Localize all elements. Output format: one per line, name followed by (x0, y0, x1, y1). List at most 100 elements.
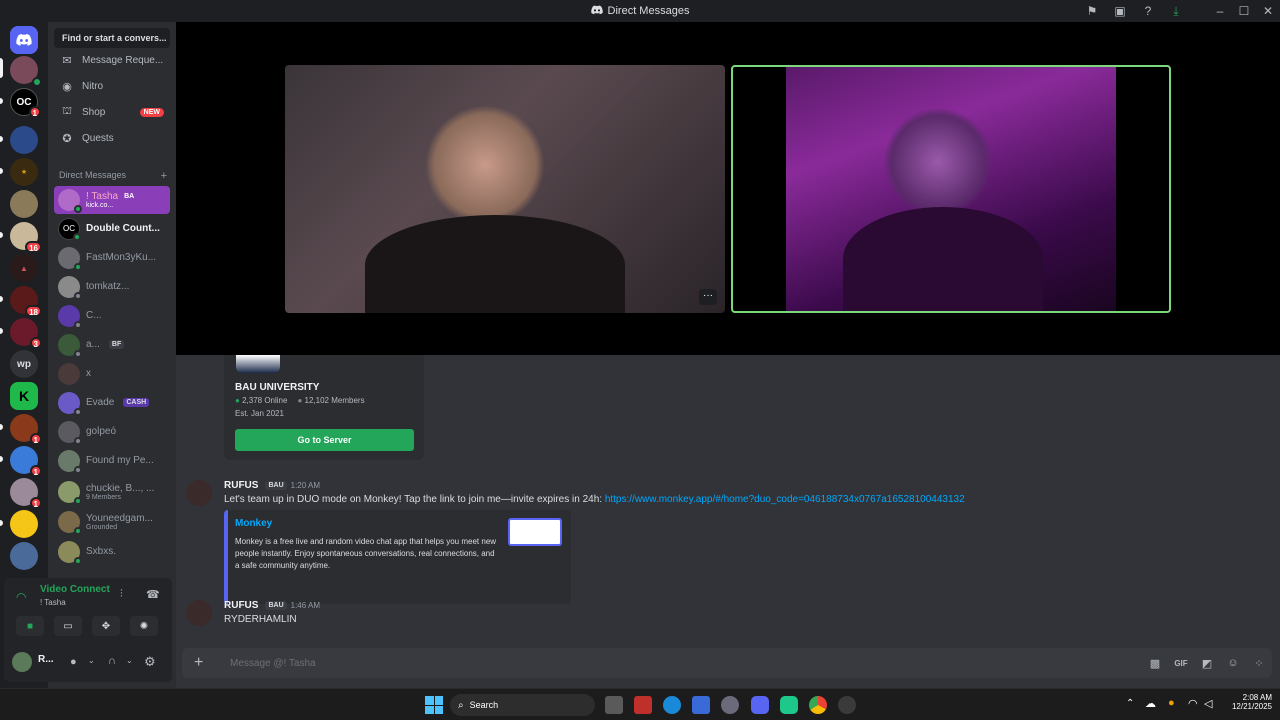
soundboard-icon: ✺ (139, 620, 149, 632)
chevron-up-icon[interactable]: ⌃ (1126, 698, 1134, 709)
maximize-button[interactable]: ☐ (1232, 0, 1256, 22)
edge-icon[interactable] (663, 696, 681, 714)
server-icon-wp[interactable]: wp (10, 350, 38, 378)
settings-icon[interactable] (721, 696, 739, 714)
message-link[interactable]: https://www.monkey.app/#/home?duo_code=0… (605, 494, 965, 505)
home-button[interactable] (10, 26, 38, 54)
gift-icon[interactable]: ▩ (1142, 657, 1168, 670)
server-icon[interactable] (10, 542, 38, 570)
avatar (58, 420, 82, 445)
server-icon[interactable]: ▲ (10, 254, 38, 282)
chevron-down-icon[interactable]: ⌄ (88, 656, 95, 665)
dm-item[interactable]: chuckie, B..., ... 9 Members (54, 478, 170, 505)
dm-subtitle: Grounded (86, 523, 118, 531)
username[interactable]: R... (38, 654, 54, 665)
server-icon[interactable] (10, 126, 38, 154)
dm-item[interactable]: C... (54, 302, 170, 329)
cloud-icon[interactable]: ☁ (1145, 697, 1156, 710)
avatar (58, 333, 82, 358)
server-icon[interactable] (10, 510, 38, 538)
wifi-icon[interactable]: ◠ (1188, 697, 1198, 710)
app-icon[interactable] (634, 696, 652, 714)
user-avatar[interactable] (12, 652, 32, 672)
chrome-icon[interactable] (809, 696, 827, 714)
help-icon[interactable]: ? (1134, 0, 1162, 22)
clock-time: 2:08 AM (1242, 693, 1272, 702)
create-dm-icon[interactable]: + (161, 170, 167, 182)
message-input[interactable]: Message @! Tasha (230, 658, 1142, 669)
minimize-button[interactable]: – (1208, 0, 1232, 22)
dm-item[interactable]: golpeó (54, 418, 170, 445)
video-tile-tasha[interactable]: ··· (285, 65, 725, 313)
taskbar-search[interactable]: ⌕ Search (450, 694, 595, 716)
microphone-icon[interactable]: ● (70, 656, 77, 668)
server-icon[interactable]: 1 (10, 414, 42, 445)
find-conversation-input[interactable]: Find or start a convers... (54, 28, 170, 48)
discord-taskbar-icon[interactable] (751, 696, 769, 714)
server-icon[interactable]: 3 (10, 318, 42, 349)
screenshare-button[interactable]: ▭ (54, 616, 82, 636)
server-icon[interactable]: 1 (10, 478, 42, 509)
windows-start-icon[interactable] (425, 696, 443, 714)
disconnect-icon[interactable]: ☎ (146, 588, 160, 601)
activities-button[interactable]: ✥ (92, 616, 120, 636)
gif-icon[interactable]: GIF (1168, 659, 1194, 668)
dm-item[interactable]: x (54, 360, 170, 387)
download-icon[interactable]: ⤓ (1162, 0, 1190, 22)
dm-item[interactable]: a... BF (54, 331, 170, 358)
window-title: Direct Messages (590, 5, 689, 18)
chevron-down-icon[interactable]: ⌄ (126, 656, 133, 665)
apps-icon[interactable]: ⁘ (1246, 657, 1272, 670)
go-to-server-button[interactable]: Go to Server (235, 429, 414, 451)
screen-icon[interactable]: ▣ (1106, 0, 1134, 22)
more-options-button[interactable]: ··· (699, 289, 717, 305)
nav-quests[interactable]: ✪ Quests (54, 126, 170, 150)
video-tile-speaking[interactable] (731, 65, 1171, 313)
emoji-icon[interactable]: ☺ (1220, 657, 1246, 669)
headphones-icon[interactable]: ∩ (108, 655, 116, 667)
video-button[interactable]: ■ (16, 616, 44, 636)
noise-suppression-icon[interactable]: ⫶ (120, 588, 123, 601)
attach-plus-icon[interactable]: + (194, 654, 214, 672)
server-icon[interactable] (10, 56, 42, 87)
embed-title[interactable]: Monkey (235, 518, 272, 529)
app-icon[interactable] (780, 696, 798, 714)
dm-item[interactable]: ! Tasha BA kick.co... (54, 186, 170, 214)
dm-item[interactable]: OC Double Count... (54, 215, 170, 242)
server-icon[interactable] (10, 190, 38, 218)
clock[interactable]: 2:08 AM 12/21/2025 (1222, 693, 1272, 711)
sticker-icon[interactable]: ◩ (1194, 657, 1220, 670)
dm-item[interactable]: tomkatz... (54, 273, 170, 300)
soundboard-button[interactable]: ✺ (130, 616, 158, 636)
dm-item[interactable]: Found my Pe... (54, 447, 170, 474)
author-avatar[interactable] (186, 600, 212, 626)
dm-item[interactable]: FastMon3yKu... (54, 244, 170, 271)
nav-message-requests[interactable]: ✉ Message Reque... (54, 48, 170, 72)
store-icon[interactable] (692, 696, 710, 714)
dm-item[interactable]: Sxbxs. (54, 538, 170, 565)
settings-gear-icon[interactable]: ⚙ (144, 654, 156, 670)
author-name[interactable]: RUFUS (224, 600, 258, 611)
main-content: ··· BAU UNIVERSITY ● 2,378 Online ● 12,1… (176, 22, 1280, 688)
server-icon[interactable]: OC 1 (10, 88, 41, 118)
author-name[interactable]: RUFUS (224, 480, 258, 491)
server-icon[interactable]: ★ (10, 158, 38, 186)
server-icon[interactable]: 16 (10, 222, 42, 253)
task-view-icon[interactable] (605, 696, 623, 714)
inbox-icon[interactable]: ⚑ (1078, 0, 1106, 22)
embed-thumbnail[interactable] (508, 518, 562, 546)
close-button[interactable]: ✕ (1256, 0, 1280, 22)
server-icon[interactable]: 1 (10, 446, 42, 477)
server-icon[interactable]: K (10, 382, 38, 410)
nav-nitro[interactable]: ◉ Nitro (54, 74, 170, 98)
nav-label: Shop (82, 106, 106, 118)
mic-tray-icon[interactable]: ● (1168, 697, 1175, 709)
server-icon[interactable]: 18 (10, 286, 42, 317)
nav-shop[interactable]: ⛫ Shop NEW (54, 100, 170, 124)
dm-item[interactable]: Evade CASH (54, 389, 170, 416)
quests-icon: ✪ (62, 132, 72, 145)
app-icon[interactable] (838, 696, 856, 714)
volume-icon[interactable]: ◁ (1204, 697, 1212, 710)
dm-item[interactable]: Youneedgam... Grounded (54, 508, 170, 535)
author-avatar[interactable] (186, 480, 212, 506)
